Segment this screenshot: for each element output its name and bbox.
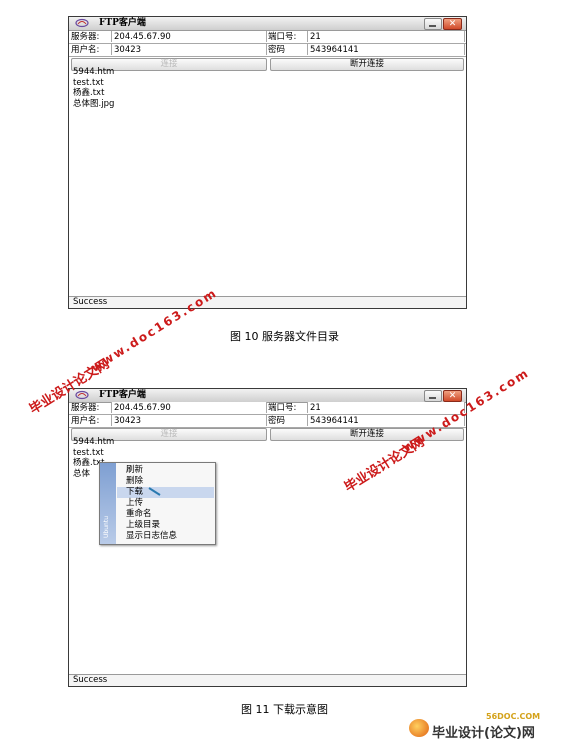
menu-item-upload[interactable]: 上传 <box>117 498 214 509</box>
file-list: 5944.htm test.txt 杨鑫.txt 总体图.jpg <box>69 67 466 109</box>
window-title: FTP客户端 <box>99 390 146 400</box>
port-input[interactable]: 21 <box>307 402 465 413</box>
port-label: 端口号: <box>268 32 297 42</box>
menu-item-download[interactable]: 下载 <box>117 487 214 498</box>
context-menu: Ubuntu 刷新 删除 下载 上传 重命名 上级目录 显示日志信息 <box>99 462 216 545</box>
server-row: 服务器: 204.45.67.90 端口号: 21 <box>69 31 466 44</box>
server-label: 服务器: <box>71 403 100 413</box>
mouse-cursor-icon <box>148 487 161 496</box>
status-bar: Success <box>69 674 466 686</box>
user-label: 用户名: <box>71 45 100 55</box>
footer-url: 56DOC.COM <box>486 712 541 721</box>
user-row: 用户名: 30423 密码 543964141 <box>69 44 466 57</box>
status-bar: Success <box>69 296 466 308</box>
close-button[interactable]: ✕ <box>443 18 462 30</box>
menu-item-refresh[interactable]: 刷新 <box>117 465 214 476</box>
server-row: 服务器: 204.45.67.90 端口号: 21 <box>69 402 466 415</box>
minimize-button[interactable] <box>424 18 442 30</box>
port-label: 端口号: <box>268 403 297 413</box>
port-input[interactable]: 21 <box>307 31 465 42</box>
menu-item-show-log[interactable]: 显示日志信息 <box>117 531 214 542</box>
ftp-client-window-1: FTP客户端 ✕ 服务器: 204.45.67.90 端口号: 21 用户名: … <box>68 16 467 309</box>
title-bar[interactable]: FTP客户端 ✕ <box>69 389 466 403</box>
footer-text: 毕业设计(论文)网 <box>432 726 535 741</box>
server-input[interactable]: 204.45.67.90 <box>111 31 267 42</box>
close-button[interactable]: ✕ <box>443 390 462 402</box>
list-item[interactable]: 5944.htm <box>73 67 466 78</box>
list-item[interactable]: 总体图.jpg <box>73 99 466 110</box>
app-logo-icon <box>75 18 89 28</box>
password-label: 密码 <box>268 45 286 55</box>
server-label: 服务器: <box>71 32 100 42</box>
user-input[interactable]: 30423 <box>111 44 267 55</box>
title-bar[interactable]: FTP客户端 ✕ <box>69 17 466 31</box>
password-label: 密码 <box>268 416 286 426</box>
server-input[interactable]: 204.45.67.90 <box>111 402 267 413</box>
window-title: FTP客户端 <box>99 18 146 28</box>
password-input[interactable]: 543964141 <box>307 44 465 55</box>
menu-side-text: Ubuntu <box>103 516 110 538</box>
user-label: 用户名: <box>71 416 100 426</box>
list-item[interactable]: 杨鑫.txt <box>73 88 466 99</box>
app-logo-icon <box>75 390 89 400</box>
menu-item-delete[interactable]: 删除 <box>117 476 214 487</box>
menu-side-strip: Ubuntu <box>100 463 116 544</box>
menu-item-rename[interactable]: 重命名 <box>117 509 214 520</box>
footer-logo-icon <box>409 719 429 737</box>
menu-item-parent-dir[interactable]: 上级目录 <box>117 520 214 531</box>
list-item[interactable]: test.txt <box>73 78 466 89</box>
user-input[interactable]: 30423 <box>111 415 267 426</box>
caption-figure-10: 图 10 服务器文件目录 <box>230 330 339 343</box>
caption-figure-11: 图 11 下载示意图 <box>241 703 328 716</box>
minimize-button[interactable] <box>424 390 442 402</box>
